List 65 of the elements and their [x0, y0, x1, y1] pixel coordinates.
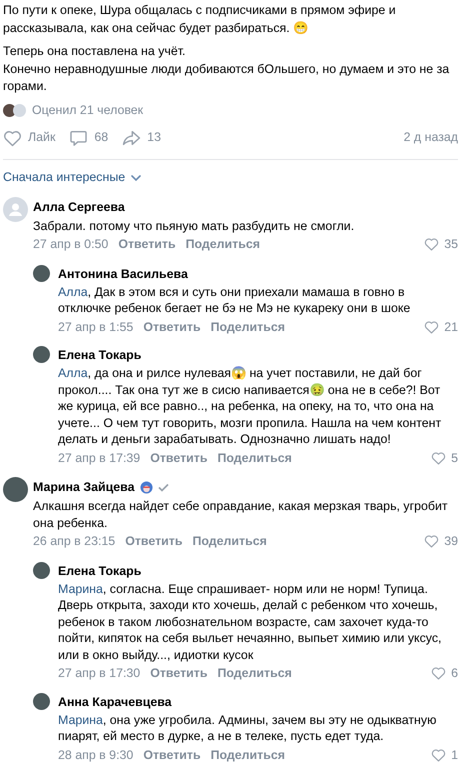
reply-button[interactable]: Ответить: [143, 746, 201, 763]
heart-icon: [424, 320, 440, 334]
comment-text: Марина, согласна. Еще спрашивает- норм или не норм! Тупица. Дверь открыта, заходи кто хочешь, делай с ребенком что хочешь, ребенок в таком любознательном возрасте, сам захочет куда-то пойти, кипяток на себя выльет нечаянно, выпьет химию или уксус, или в окно выйду..., идиотки кусок: [58, 580, 442, 663]
mention-link[interactable]: Алла: [58, 284, 88, 298]
comment-author[interactable]: Елена Токарь: [58, 347, 142, 364]
comments-button[interactable]: 68: [69, 129, 108, 147]
like-button[interactable]: Лайк: [3, 129, 56, 147]
comment-date: 27 апр в 1:55: [58, 318, 134, 335]
comment-text: Забрали. потому что пьяную мать разбудить не смогли.: [33, 218, 356, 234]
comment-text: Алла, Дак в этом вся и суть они приехали мамаша в говно в отключке ребенок бегает не бэ не Мэ не кукареку они в шоке: [58, 284, 412, 316]
share-button[interactable]: Поделиться: [217, 450, 292, 466]
heart-icon: [3, 129, 22, 147]
like-button[interactable]: 39: [424, 533, 458, 550]
avatar[interactable]: [33, 264, 50, 282]
post-time: 2 д назад: [404, 129, 458, 146]
post-paragraph: По пути к опеке, Шура общалась с подписчиками в прямом эфире и рассказывала, как она сейчас будет разбираться. 😁: [3, 2, 397, 37]
reply-button[interactable]: Ответить: [143, 318, 201, 335]
share-button[interactable]: 13: [122, 129, 161, 147]
comment-author[interactable]: Алла Сергеева: [33, 198, 125, 216]
like-button[interactable]: 1: [431, 746, 458, 763]
like-button[interactable]: 5: [431, 450, 458, 466]
speech-bubble-icon: [69, 129, 88, 147]
heart-icon: [431, 666, 446, 680]
reply-button[interactable]: Ответить: [150, 450, 208, 466]
checkmark-icon: [158, 483, 168, 492]
comment-text: Марина, она уже угробила. Админы, зачем вы эту не одыкватную пиарят, ей место в дурке, а не в телеке, пусть едет туда.: [58, 712, 438, 744]
comment-date: 28 апр в 9:30: [58, 746, 134, 763]
comment-date: 27 апр в 17:39: [58, 450, 140, 466]
heart-icon: [431, 748, 446, 762]
comment-author[interactable]: Елена Токарь: [58, 562, 142, 580]
reply-button[interactable]: Ответить: [125, 533, 182, 550]
like-button[interactable]: 6: [431, 665, 458, 682]
mention-link[interactable]: Алла: [58, 366, 88, 380]
avatar[interactable]: [33, 562, 50, 578]
reply-button[interactable]: Ответить: [118, 236, 176, 252]
share-button[interactable]: Поделиться: [192, 533, 267, 550]
avatar[interactable]: [33, 346, 50, 363]
comment-author[interactable]: Марина Зайцева: [33, 479, 134, 496]
comment-date: 26 апр в 23:15: [33, 533, 116, 550]
like-button[interactable]: 21: [424, 318, 458, 335]
avatar[interactable]: [33, 692, 50, 710]
comment-author[interactable]: Анна Карачевцева: [58, 694, 172, 710]
share-button[interactable]: Поделиться: [186, 236, 260, 252]
reply-button[interactable]: Ответить: [150, 665, 208, 682]
heart-icon: [424, 534, 440, 548]
comment-date: 27 апр в 0:50: [33, 236, 108, 252]
avatar[interactable]: [3, 477, 28, 502]
heart-icon: [431, 450, 446, 465]
chevron-down-icon: [131, 174, 142, 181]
reactor-avatars: [3, 104, 26, 117]
share-arrow-icon: [122, 129, 142, 147]
comment-text: Алла, да она и рилсе нулевая😱 на учет поставили, не дай бог прокол.... Так она тут же в сисю напивается🤢 она не в себе?! Вот же курица, ей все равно.., на ребенка, на опеку, на то, что она на учете... О чем тут говорить, мозги пропила. Нашла на чем контент делать и деньги зарабатывать. Однозначно лишать надо!: [58, 365, 442, 448]
comment-author[interactable]: Антонина Васильева: [58, 266, 188, 282]
rated-count[interactable]: Оценил 21 человек: [32, 102, 144, 119]
share-button[interactable]: Поделиться: [217, 665, 292, 682]
sort-dropdown[interactable]: Сначала интересные: [3, 169, 142, 186]
share-button[interactable]: Поделиться: [210, 318, 285, 335]
like-button[interactable]: 35: [424, 236, 458, 252]
comment-text: Алкашня всегда найдет себе оправдание, какая мерзкая тварь, угробит она ребенка.: [33, 498, 449, 531]
heart-icon: [424, 237, 440, 252]
mention-link[interactable]: Марина: [58, 582, 103, 596]
share-button[interactable]: Поделиться: [210, 746, 285, 763]
post-paragraph: Теперь она поставлена на учёт. Конечно неравнодушные люди добиваются бОльшего, но думаем и это не за горами.: [3, 43, 450, 95]
comment-date: 27 апр в 17:30: [58, 665, 140, 682]
mention-link[interactable]: Марина: [58, 712, 103, 726]
